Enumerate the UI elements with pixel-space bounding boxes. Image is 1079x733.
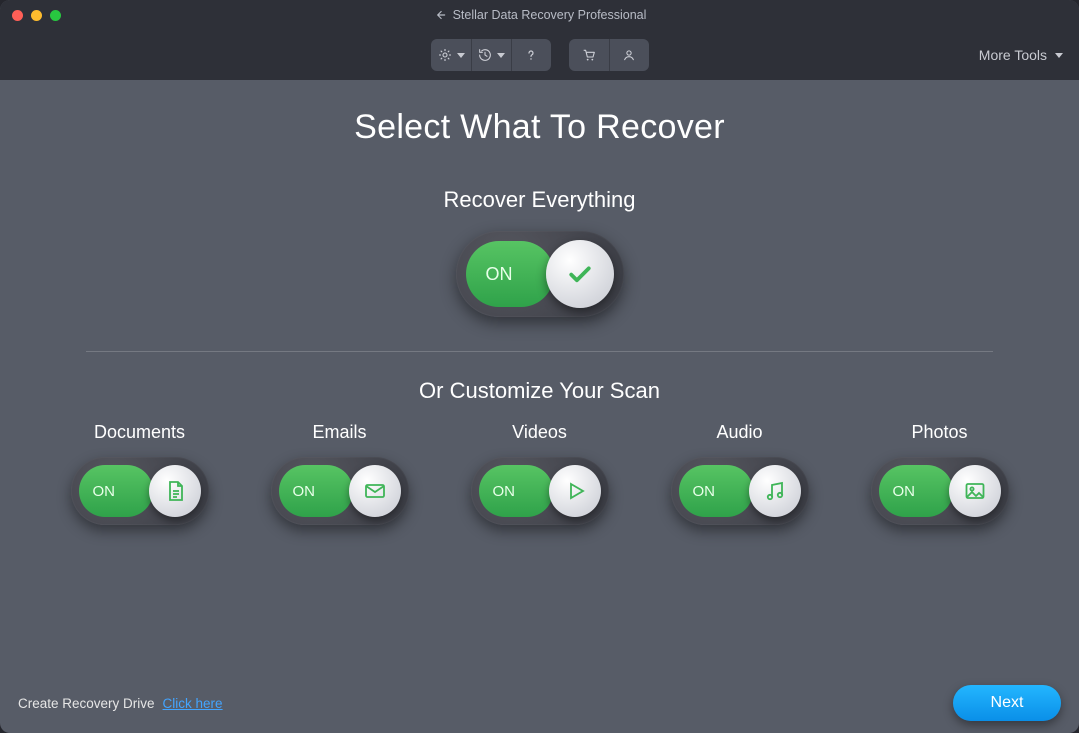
account-button[interactable] bbox=[609, 39, 649, 71]
recover-everything-title: Recover Everything bbox=[444, 187, 636, 213]
option-documents: Documents ON bbox=[65, 422, 215, 525]
music-icon bbox=[763, 479, 787, 503]
toolbar-center bbox=[431, 39, 649, 71]
toggle-on-label: ON bbox=[486, 264, 513, 285]
option-label: Photos bbox=[911, 422, 967, 443]
toggle-on-background: ON bbox=[479, 465, 553, 517]
minimize-icon[interactable] bbox=[31, 10, 42, 21]
toggle-knob bbox=[546, 240, 614, 308]
customize-scan-title: Or Customize Your Scan bbox=[419, 378, 660, 404]
toggle-on-background: ON bbox=[79, 465, 153, 517]
chevron-down-icon bbox=[497, 53, 505, 58]
app-title-text: Stellar Data Recovery Professional bbox=[453, 8, 647, 22]
videos-toggle[interactable]: ON bbox=[471, 457, 609, 525]
toolbar: More Tools bbox=[0, 30, 1079, 80]
user-icon bbox=[621, 47, 637, 63]
next-button-label: Next bbox=[991, 694, 1024, 712]
chevron-down-icon bbox=[1055, 53, 1063, 58]
option-emails: Emails ON bbox=[265, 422, 415, 525]
app-window: Stellar Data Recovery Professional bbox=[0, 0, 1079, 733]
history-icon bbox=[477, 47, 493, 63]
check-icon bbox=[565, 259, 595, 289]
option-label: Emails bbox=[312, 422, 366, 443]
toggle-knob bbox=[949, 465, 1001, 517]
create-recovery-drive-label: Create Recovery Drive bbox=[18, 696, 155, 711]
mail-icon bbox=[363, 479, 387, 503]
cart-button[interactable] bbox=[569, 39, 609, 71]
toggle-knob bbox=[549, 465, 601, 517]
close-icon[interactable] bbox=[12, 10, 23, 21]
window-controls bbox=[12, 10, 61, 21]
settings-button[interactable] bbox=[431, 39, 471, 71]
toggle-knob bbox=[349, 465, 401, 517]
option-label: Videos bbox=[512, 422, 567, 443]
image-icon bbox=[963, 479, 987, 503]
divider bbox=[86, 351, 992, 352]
documents-toggle[interactable]: ON bbox=[71, 457, 209, 525]
cart-icon bbox=[581, 47, 597, 63]
page-title: Select What To Recover bbox=[354, 108, 725, 147]
toggle-on-background: ON bbox=[279, 465, 353, 517]
audio-toggle[interactable]: ON bbox=[671, 457, 809, 525]
more-tools-label: More Tools bbox=[979, 47, 1047, 63]
toggle-on-label: ON bbox=[293, 483, 316, 500]
option-audio: Audio ON bbox=[665, 422, 815, 525]
option-videos: Videos ON bbox=[465, 422, 615, 525]
next-button[interactable]: Next bbox=[953, 685, 1061, 721]
chevron-down-icon bbox=[457, 53, 465, 58]
document-icon bbox=[163, 479, 187, 503]
option-photos: Photos ON bbox=[865, 422, 1015, 525]
footer-left: Create Recovery Drive Click here bbox=[18, 696, 223, 711]
maximize-icon[interactable] bbox=[50, 10, 61, 21]
back-arrow-icon bbox=[433, 8, 447, 22]
more-tools-dropdown[interactable]: More Tools bbox=[979, 30, 1063, 80]
toolbar-group-settings bbox=[431, 39, 551, 71]
toggle-on-label: ON bbox=[493, 483, 516, 500]
gear-icon bbox=[437, 47, 453, 63]
question-icon bbox=[523, 47, 539, 63]
titlebar-title: Stellar Data Recovery Professional bbox=[0, 0, 1079, 30]
main-content: Select What To Recover Recover Everythin… bbox=[0, 80, 1079, 733]
toggle-knob bbox=[749, 465, 801, 517]
option-label: Documents bbox=[94, 422, 185, 443]
titlebar: Stellar Data Recovery Professional bbox=[0, 0, 1079, 30]
toolbar-group-account bbox=[569, 39, 649, 71]
options-row: Documents ON Emails bbox=[0, 422, 1079, 525]
toggle-knob bbox=[149, 465, 201, 517]
toggle-on-label: ON bbox=[893, 483, 916, 500]
photos-toggle[interactable]: ON bbox=[871, 457, 1009, 525]
toggle-on-label: ON bbox=[693, 483, 716, 500]
toggle-on-background: ON bbox=[679, 465, 753, 517]
footer: Create Recovery Drive Click here Next bbox=[0, 673, 1079, 733]
help-button[interactable] bbox=[511, 39, 551, 71]
recover-everything-toggle[interactable]: ON bbox=[456, 231, 624, 317]
emails-toggle[interactable]: ON bbox=[271, 457, 409, 525]
click-here-link[interactable]: Click here bbox=[163, 696, 223, 711]
option-label: Audio bbox=[716, 422, 762, 443]
toggle-on-label: ON bbox=[93, 483, 116, 500]
toggle-on-background: ON bbox=[466, 241, 554, 307]
play-icon bbox=[563, 479, 587, 503]
history-button[interactable] bbox=[471, 39, 511, 71]
toggle-on-background: ON bbox=[879, 465, 953, 517]
